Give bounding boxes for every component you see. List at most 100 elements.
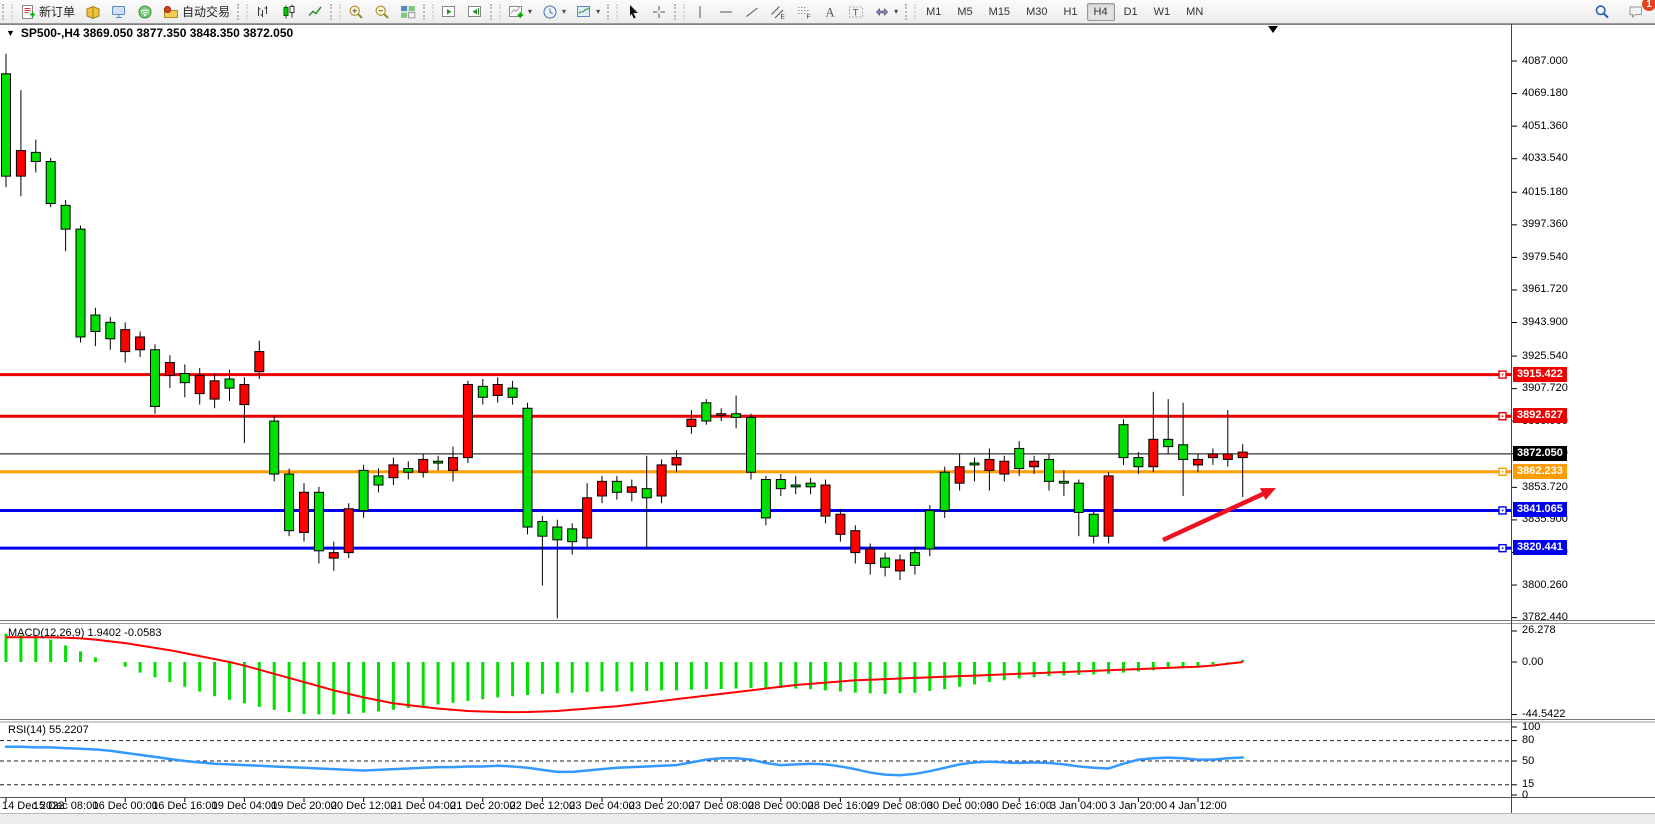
candle bbox=[285, 474, 294, 531]
candle bbox=[627, 487, 636, 492]
macd-axis-label: 26.278 bbox=[1522, 624, 1556, 636]
candle bbox=[955, 467, 964, 483]
candle bbox=[463, 384, 472, 457]
time-axis-label: 16 Dec 16:00 bbox=[152, 800, 217, 812]
candle bbox=[866, 549, 875, 564]
candle bbox=[419, 459, 428, 472]
price-axis-label: 3997.360 bbox=[1522, 218, 1568, 230]
candle bbox=[91, 315, 100, 331]
status-bar bbox=[0, 813, 1655, 824]
current-price-badge: 3872.050 bbox=[1513, 446, 1567, 461]
macd-label: MACD(12,26,9) 1.9402 -0.0583 bbox=[8, 627, 161, 639]
price-axis-label: 4015.180 bbox=[1522, 186, 1568, 198]
time-axis-label: 27 Dec 08:00 bbox=[688, 800, 753, 812]
candle bbox=[46, 162, 55, 204]
support-line-2-handle-dot bbox=[1502, 547, 1504, 549]
candle bbox=[493, 384, 502, 395]
candle bbox=[2, 74, 11, 176]
candle bbox=[329, 553, 338, 558]
candle bbox=[180, 374, 189, 383]
candle bbox=[136, 337, 145, 350]
candle bbox=[940, 472, 949, 510]
candle bbox=[434, 461, 443, 463]
candle bbox=[791, 485, 800, 487]
time-axis-label: 30 Dec 16:00 bbox=[986, 800, 1051, 812]
candle bbox=[1119, 425, 1128, 458]
candle bbox=[806, 483, 815, 487]
time-axis-label: 20 Dec 12:00 bbox=[331, 800, 396, 812]
candle bbox=[732, 414, 741, 418]
chart-plot[interactable] bbox=[0, 0, 1655, 824]
candle bbox=[538, 522, 547, 537]
candle bbox=[404, 469, 413, 473]
time-axis-label: 21 Dec 04:00 bbox=[390, 800, 455, 812]
time-axis-label: 23 Dec 20:00 bbox=[629, 800, 694, 812]
candle bbox=[568, 529, 577, 542]
candle bbox=[1030, 461, 1039, 466]
price-badge-3862.233: 3862.233 bbox=[1513, 464, 1567, 479]
price-axis-label: 4033.540 bbox=[1522, 152, 1568, 164]
candle bbox=[1179, 445, 1188, 460]
candle bbox=[925, 511, 934, 549]
candle bbox=[374, 476, 383, 485]
candle bbox=[1015, 448, 1024, 468]
time-axis-label: 19 Dec 20:00 bbox=[271, 800, 336, 812]
mt4-window: 新订单自动交易▾▾▾EFAT▾M1M5M15M30H1H4D1W1MN 1 ▼ … bbox=[0, 0, 1655, 824]
candle bbox=[687, 419, 696, 426]
candle bbox=[1149, 439, 1158, 466]
candle bbox=[1104, 476, 1113, 536]
candle bbox=[478, 386, 487, 397]
candle bbox=[195, 375, 204, 393]
time-axis-label: 15 Dec 08:00 bbox=[33, 800, 98, 812]
chart-shift-marker[interactable] bbox=[1268, 26, 1278, 33]
candle bbox=[553, 527, 562, 540]
support-line-1-handle-dot bbox=[1502, 510, 1504, 512]
price-axis-label: 3907.720 bbox=[1522, 382, 1568, 394]
rsi-axis-label: 0 bbox=[1522, 789, 1528, 801]
candle bbox=[821, 485, 830, 516]
candle bbox=[1238, 452, 1247, 457]
candle bbox=[1045, 459, 1054, 481]
candle bbox=[642, 489, 651, 498]
candle bbox=[449, 458, 458, 471]
price-badge-3841.065: 3841.065 bbox=[1513, 502, 1567, 517]
price-axis-label: 3782.440 bbox=[1522, 611, 1568, 623]
time-axis-label: 16 Dec 00:00 bbox=[92, 800, 157, 812]
candle bbox=[761, 480, 770, 518]
candle bbox=[523, 408, 532, 527]
candle bbox=[106, 322, 115, 338]
candle bbox=[1194, 459, 1203, 464]
candle bbox=[851, 531, 860, 553]
candle bbox=[359, 470, 368, 510]
macd-signal-line bbox=[6, 637, 1243, 712]
macd-axis-label: -44.5422 bbox=[1522, 708, 1565, 720]
candle bbox=[255, 352, 264, 372]
resistance-line-1-handle-dot bbox=[1502, 374, 1504, 376]
candle bbox=[1164, 439, 1173, 446]
time-axis-label: 30 Dec 00:00 bbox=[927, 800, 992, 812]
candle bbox=[717, 414, 726, 416]
rsi-axis-label: 80 bbox=[1522, 734, 1534, 746]
candle bbox=[1134, 458, 1143, 467]
price-axis-label: 3979.540 bbox=[1522, 251, 1568, 263]
candle bbox=[1223, 454, 1232, 459]
candle bbox=[389, 465, 398, 478]
candle bbox=[657, 465, 666, 496]
price-axis-label: 4069.180 bbox=[1522, 87, 1568, 99]
rsi-label: RSI(14) 55.2207 bbox=[8, 724, 89, 736]
candle bbox=[508, 388, 517, 397]
candle bbox=[240, 384, 249, 404]
arrow-annotation[interactable] bbox=[1163, 492, 1267, 540]
time-axis-label: 3 Jan 20:00 bbox=[1110, 800, 1168, 812]
time-axis-label: 19 Dec 04:00 bbox=[212, 800, 277, 812]
price-axis-label: 4051.360 bbox=[1522, 120, 1568, 132]
candle bbox=[76, 229, 85, 337]
price-axis-label: 3925.540 bbox=[1522, 350, 1568, 362]
candle bbox=[225, 379, 234, 388]
price-badge-3820.441: 3820.441 bbox=[1513, 540, 1567, 555]
price-axis-label: 3961.720 bbox=[1522, 283, 1568, 295]
candle bbox=[270, 421, 279, 474]
candle bbox=[16, 151, 25, 177]
candle bbox=[31, 152, 40, 161]
candle bbox=[776, 480, 785, 489]
